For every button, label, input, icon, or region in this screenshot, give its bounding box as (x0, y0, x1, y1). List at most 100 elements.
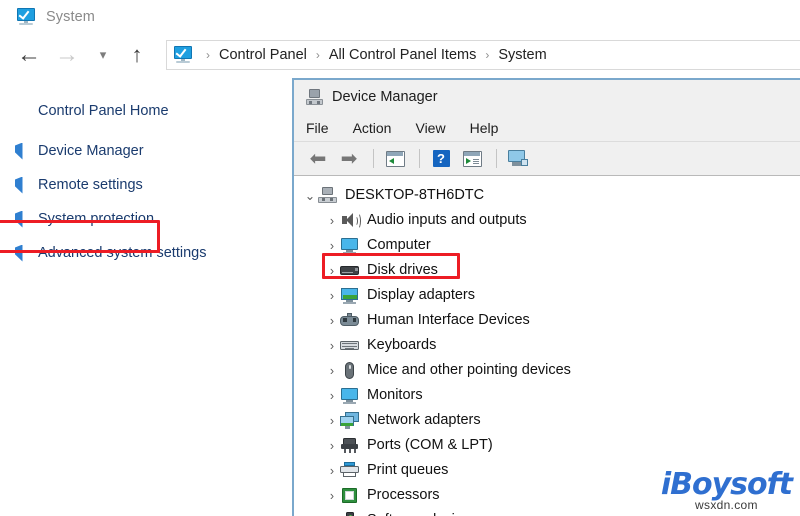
chevron-right-icon[interactable]: › (324, 264, 340, 278)
control-panel-task-pane: Control Panel Home Device Manager Remote… (0, 82, 292, 516)
keyboard-icon (340, 337, 360, 355)
device-manager-highlight-box (0, 220, 160, 253)
breadcrumb-item-control-panel[interactable]: Control Panel (219, 47, 307, 63)
tree-node-label: Computer (367, 237, 431, 254)
system-monitor-check-icon (16, 7, 36, 27)
device-manager-icon (306, 89, 323, 105)
chevron-down-icon[interactable]: ▾ (88, 40, 118, 70)
update-window-icon (462, 150, 482, 167)
chevron-right-icon[interactable]: › (324, 314, 340, 328)
chevron-right-icon[interactable]: › (324, 214, 340, 228)
uac-shield-icon (15, 142, 30, 160)
tree-node-mice-and-other-pointing-devices[interactable]: › Mice and other pointing devices (294, 358, 800, 383)
breadcrumb-separator-1[interactable]: › (316, 49, 320, 61)
device-manager-menubar: File Action View Help (294, 114, 800, 142)
breadcrumb-separator-0[interactable]: › (206, 49, 210, 61)
device-manager-label: Device Manager (38, 142, 144, 159)
breadcrumb-separator-2[interactable]: › (485, 49, 489, 61)
chevron-right-icon[interactable]: › (324, 489, 340, 503)
properties-window-icon (385, 150, 405, 167)
breadcrumb-item-all-control-panel-items[interactable]: All Control Panel Items (329, 47, 476, 63)
software-device-icon (340, 511, 360, 516)
breadcrumb-item-system[interactable]: System (498, 47, 546, 63)
network-adapter-icon (340, 411, 360, 430)
speaker-icon (340, 212, 361, 230)
tree-node-audio-inputs-and-outputs[interactable]: › Audio inputs and outputs (294, 208, 800, 233)
tree-node-processors[interactable]: › Processors (294, 483, 800, 508)
tree-node-root[interactable]: ⌄ DESKTOP-8TH6DTC (294, 183, 800, 208)
chevron-right-icon[interactable]: › (324, 414, 340, 428)
menu-action[interactable]: Action (353, 121, 392, 135)
menu-help[interactable]: Help (470, 121, 499, 135)
toolbar-forward-button[interactable]: ➡ (335, 146, 363, 172)
toolbar-scan-hardware-button[interactable] (504, 146, 532, 172)
sidebar-item-device-manager[interactable]: Device Manager (0, 134, 292, 168)
tree-node-disk-drives[interactable]: › Disk drives (294, 258, 800, 283)
back-arrow-icon[interactable]: ← (14, 40, 44, 70)
mouse-icon (340, 361, 360, 380)
tree-node-keyboards[interactable]: › Keyboards (294, 333, 800, 358)
tree-node-label: Audio inputs and outputs (367, 212, 527, 229)
tree-node-label: Display adapters (367, 287, 475, 304)
tree-node-ports[interactable]: › Ports (COM & LPT) (294, 433, 800, 458)
address-bar: ← → ▾ ↑ › Control Panel › All Control Pa… (0, 34, 800, 76)
printer-icon (340, 461, 360, 480)
remote-settings-label: Remote settings (38, 176, 143, 193)
tree-node-display-adapters[interactable]: › Display adapters (294, 283, 800, 308)
chevron-down-icon[interactable]: ⌄ (302, 188, 318, 203)
port-icon (340, 437, 360, 455)
chevron-right-icon[interactable]: › (324, 364, 340, 378)
sidebar-item-control-panel-home[interactable]: Control Panel Home (0, 96, 169, 126)
monitor-icon (340, 387, 360, 405)
tree-node-network-adapters[interactable]: › Network adapters (294, 408, 800, 433)
up-arrow-icon[interactable]: ↑ (122, 40, 152, 70)
scan-monitor-icon (508, 150, 528, 167)
toolbar-update-driver-button[interactable] (458, 146, 486, 172)
chevron-right-icon[interactable]: › (324, 339, 340, 353)
tree-node-label: Network adapters (367, 412, 481, 429)
breadcrumb[interactable]: › Control Panel › All Control Panel Item… (166, 40, 800, 70)
toolbar-back-button[interactable]: ⬅ (304, 146, 332, 172)
device-manager-title: Device Manager (332, 89, 438, 105)
tree-node-human-interface-devices[interactable]: › Human Interface Devices (294, 308, 800, 333)
tree-node-label: Disk drives (367, 262, 438, 279)
control-panel-home-label: Control Panel Home (38, 102, 169, 119)
toolbar-properties-button[interactable] (381, 146, 409, 172)
help-question-icon: ? (432, 150, 450, 167)
sidebar-item-remote-settings[interactable]: Remote settings (0, 168, 292, 202)
chevron-right-icon[interactable]: › (324, 289, 340, 303)
device-manager-window: Device Manager File Action View Help ⬅ ➡… (292, 78, 800, 516)
tree-node-label: Keyboards (367, 337, 437, 354)
chevron-right-icon[interactable]: › (324, 439, 340, 453)
tree-node-label: Human Interface Devices (367, 312, 530, 329)
tree-node-computer[interactable]: › Computer (294, 233, 800, 258)
device-tree[interactable]: ⌄ DESKTOP-8TH6DTC › Audio inputs and out… (294, 176, 800, 516)
gamepad-icon (340, 312, 360, 330)
tree-node-label: Monitors (367, 387, 423, 404)
disk-drive-icon (340, 262, 360, 280)
chevron-right-icon[interactable]: › (324, 239, 340, 253)
tree-node-label: Ports (COM & LPT) (367, 437, 493, 454)
system-window-title: System (46, 9, 95, 25)
back-arrow-icon: ⬅ (309, 147, 327, 170)
task-pane-home-row[interactable]: Control Panel Home (0, 100, 292, 134)
display-adapter-icon (340, 287, 360, 305)
toolbar-separator (419, 149, 420, 168)
tree-node-print-queues[interactable]: › Print queues (294, 458, 800, 483)
monitor-icon (340, 237, 360, 255)
forward-arrow-icon[interactable]: → (52, 40, 82, 70)
processor-icon (340, 487, 360, 505)
toolbar-separator (496, 149, 497, 168)
chevron-right-icon[interactable]: › (324, 464, 340, 478)
computer-node-icon (318, 186, 338, 205)
tree-node-label: Mice and other pointing devices (367, 362, 571, 379)
forward-arrow-icon: ➡ (340, 147, 358, 170)
tree-node-root-label: DESKTOP-8TH6DTC (345, 187, 485, 204)
tree-node-monitors[interactable]: › Monitors (294, 383, 800, 408)
toolbar-help-button[interactable]: ? (427, 146, 455, 172)
menu-file[interactable]: File (306, 121, 329, 135)
tree-node-software-devices[interactable]: › Software devices (294, 508, 800, 516)
menu-view[interactable]: View (415, 121, 445, 135)
device-manager-toolbar: ⬅ ➡ ? (294, 142, 800, 176)
chevron-right-icon[interactable]: › (324, 389, 340, 403)
